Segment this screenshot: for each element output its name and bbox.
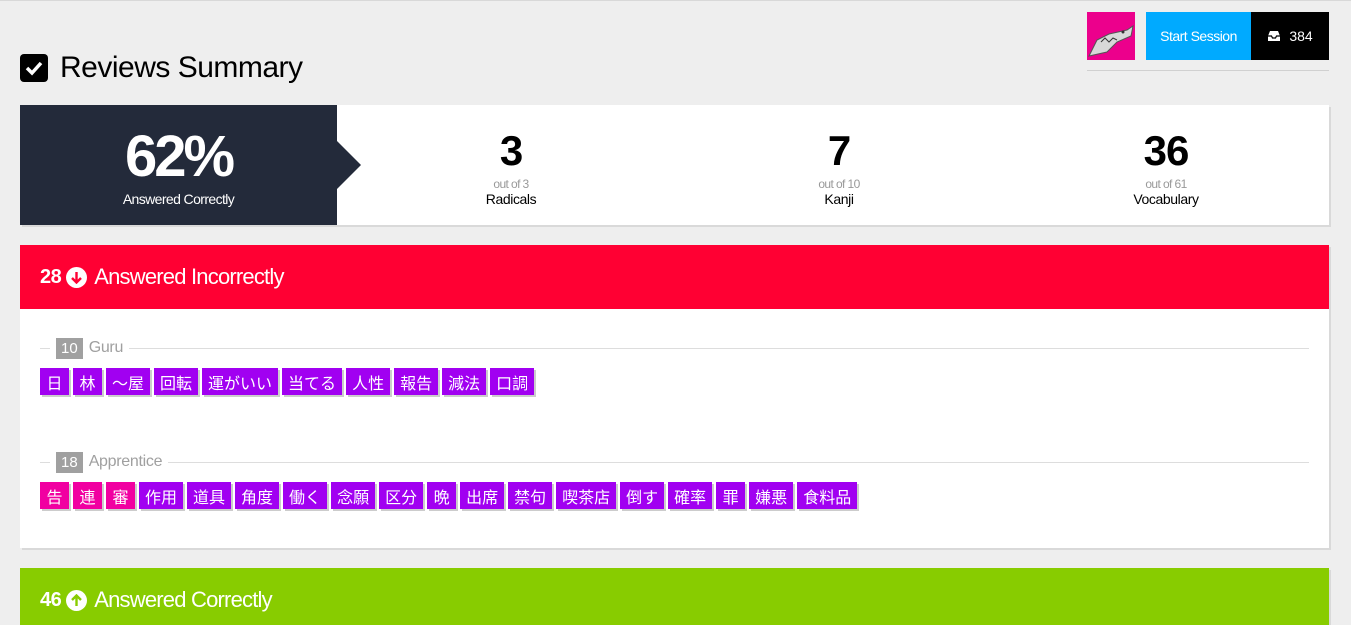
- srs-count: 18: [56, 451, 83, 473]
- stat-kanji-label: Kanji: [824, 191, 854, 207]
- inbox-icon: [1268, 31, 1281, 41]
- item-list-apprentice: 告連審作用 道具 角度 働く 念願 区分晩出席 禁句 喫茶店 倒す 確率罪嫌悪 食料品: [20, 482, 1329, 509]
- vocab-item[interactable]: 作用: [139, 482, 184, 509]
- vocab-item[interactable]: 〜屋: [106, 368, 151, 395]
- vocab-item[interactable]: 嫌悪: [749, 482, 794, 509]
- vocab-item[interactable]: 確率: [668, 482, 713, 509]
- top-bar: Start Session 384: [1087, 12, 1329, 71]
- checkbox-icon: [20, 54, 48, 82]
- kanji-item[interactable]: 告: [40, 482, 69, 509]
- vocab-item[interactable]: 食料品: [797, 482, 858, 509]
- vocab-item[interactable]: 林: [73, 368, 102, 395]
- arrow-up-circle-icon: [66, 589, 88, 611]
- srs-name: Apprentice: [88, 453, 163, 470]
- vocab-item[interactable]: 報告: [394, 368, 439, 395]
- correct-count: 46: [40, 588, 62, 611]
- vocab-item[interactable]: 日: [40, 368, 69, 395]
- stat-vocabulary: 36 out of 61 Vocabulary: [1066, 105, 1266, 225]
- vocab-item[interactable]: 回転: [154, 368, 199, 395]
- stat-kanji: 7 out of 10 Kanji: [739, 105, 939, 225]
- vocab-item[interactable]: 出席: [460, 482, 505, 509]
- stat-vocabulary-label: Vocabulary: [1133, 191, 1199, 207]
- stat-vocabulary-value: 36: [1143, 127, 1190, 174]
- stat-kanji-out-of: out of 10: [818, 177, 860, 191]
- incorrect-count: 28: [40, 265, 62, 288]
- percent-value: 62%: [124, 124, 235, 189]
- group-header-apprentice: 18 Apprentice: [40, 451, 1309, 473]
- vocab-item[interactable]: 倒す: [620, 482, 665, 509]
- srs-name: Guru: [88, 339, 124, 356]
- item-list-guru: 日林〜屋 回転 運がいい 当てる 人性 報告 減法 口調: [20, 368, 1329, 395]
- vocab-item[interactable]: 人性: [346, 368, 391, 395]
- srs-count: 10: [56, 337, 83, 359]
- avatar[interactable]: [1087, 12, 1135, 60]
- incorrect-panel: 28 Answered Incorrectly 10 Guru 日林〜屋 回転 運が…: [20, 245, 1329, 548]
- stat-radicals: 3 out of 3 Radicals: [411, 105, 611, 225]
- start-session-button[interactable]: Start Session: [1146, 12, 1251, 60]
- stat-kanji-value: 7: [827, 127, 851, 174]
- percent-correct-box: 62% Answered Correctly: [20, 105, 361, 225]
- crabigator-icon: [1087, 12, 1135, 60]
- vocab-item[interactable]: 晩: [427, 482, 457, 509]
- correct-panel: 46 Answered Correctly: [20, 568, 1329, 625]
- page-title: Reviews Summary: [20, 51, 303, 85]
- vocab-item[interactable]: 念願: [331, 482, 376, 509]
- correct-title: Answered Correctly: [94, 587, 272, 612]
- page-title-text: Reviews Summary: [60, 51, 303, 84]
- incorrect-title: Answered Incorrectly: [94, 264, 284, 289]
- percent-label: Answered Correctly: [122, 191, 235, 207]
- vocab-item[interactable]: 当てる: [282, 368, 343, 395]
- vocab-item[interactable]: 道具: [187, 482, 232, 509]
- vocab-item[interactable]: 角度: [235, 482, 280, 509]
- stat-radicals-out-of: out of 3: [493, 177, 529, 191]
- vocab-item[interactable]: 罪: [716, 482, 746, 509]
- incorrect-header[interactable]: 28 Answered Incorrectly: [20, 245, 1329, 309]
- vocab-item[interactable]: 働く: [283, 482, 328, 509]
- inbox-count: 384: [1289, 28, 1313, 44]
- review-queue-button[interactable]: 384: [1251, 12, 1329, 60]
- vocab-item[interactable]: 減法: [442, 368, 487, 395]
- arrow-down-circle-icon: [66, 266, 88, 288]
- group-header-guru: 10 Guru: [40, 337, 1309, 359]
- vocab-item[interactable]: 運がいい: [202, 368, 279, 395]
- stat-radicals-label: Radicals: [485, 191, 537, 207]
- kanji-item[interactable]: 連: [73, 482, 102, 509]
- stats-panel: 62% Answered Correctly 3 out of 3 Radica…: [20, 105, 1329, 225]
- vocab-item[interactable]: 区分: [379, 482, 424, 509]
- vocab-item[interactable]: 口調: [490, 368, 535, 395]
- vocab-item[interactable]: 喫茶店: [556, 482, 617, 509]
- kanji-item[interactable]: 審: [106, 482, 135, 509]
- correct-header[interactable]: 46 Answered Correctly: [20, 568, 1329, 625]
- stat-vocabulary-out-of: out of 61: [1145, 177, 1187, 191]
- vocab-item[interactable]: 禁句: [508, 482, 553, 509]
- stat-radicals-value: 3: [499, 127, 523, 174]
